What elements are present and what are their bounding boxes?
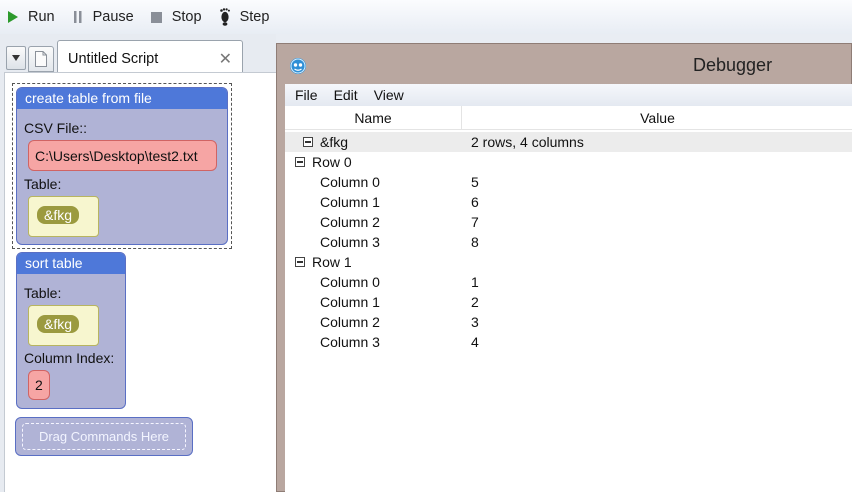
chevron-down-icon xyxy=(12,55,20,61)
drag-commands-area[interactable]: Drag Commands Here xyxy=(15,417,193,456)
play-icon xyxy=(6,9,20,25)
tree-row-name: Column 0 xyxy=(320,274,380,290)
tree-row[interactable]: Column 3 8 xyxy=(285,232,852,252)
tree-row-value: 8 xyxy=(471,234,479,250)
run-label: Run xyxy=(28,9,55,25)
tab-dropdown-button[interactable] xyxy=(6,46,26,70)
sort-table-block[interactable]: sort table Table: &fkg Column Index: 2 xyxy=(16,252,126,409)
tree-row[interactable]: Row 1 xyxy=(285,252,852,272)
tree-row-value: 7 xyxy=(471,214,479,230)
menu-bar: File Edit View xyxy=(285,84,852,106)
tab-bar: Untitled Script ✕ xyxy=(0,38,276,74)
stop-icon xyxy=(150,9,164,25)
tree-row[interactable]: Column 1 2 xyxy=(285,292,852,312)
toolbar: Run Pause Stop Step xyxy=(0,0,852,34)
menu-view[interactable]: View xyxy=(366,87,412,103)
create-table-block[interactable]: create table from file CSV File:: C:\Use… xyxy=(16,87,228,245)
name-column-header[interactable]: Name xyxy=(285,106,462,130)
tree-row-value: 4 xyxy=(471,334,479,350)
tree-row-name: &fkg xyxy=(320,134,349,150)
tree-row[interactable]: &fkg 2 rows, 4 columns xyxy=(285,132,852,152)
column-index-input[interactable]: 2 xyxy=(28,370,50,400)
debugger-titlebar[interactable]: Debugger xyxy=(277,44,852,84)
tree-row-value: 6 xyxy=(471,194,479,210)
tree-row-value: 5 xyxy=(471,174,479,190)
table-variable[interactable]: &fkg xyxy=(37,206,80,224)
pause-button[interactable]: Pause xyxy=(69,2,144,32)
collapse-icon[interactable] xyxy=(303,137,313,147)
table-label: Table: xyxy=(24,285,62,301)
tree-row[interactable]: Column 0 1 xyxy=(285,272,852,292)
tree-row[interactable]: Column 2 7 xyxy=(285,212,852,232)
table-label: Table: xyxy=(24,176,62,192)
table-variable-slot[interactable]: &fkg xyxy=(28,196,99,237)
value-column-header[interactable]: Value xyxy=(462,106,852,130)
tree-row-name: Column 3 xyxy=(320,334,380,350)
pause-icon xyxy=(71,9,85,25)
tree-column-header: Name Value xyxy=(285,106,852,130)
script-panel: Untitled Script ✕ create table from file… xyxy=(0,34,276,492)
tree-row-name: Column 2 xyxy=(320,314,380,330)
tree-row-name: Column 1 xyxy=(320,194,380,210)
tree-row[interactable]: Row 0 xyxy=(285,152,852,172)
tree-row-value: 2 xyxy=(471,294,479,310)
menu-edit[interactable]: Edit xyxy=(326,87,366,103)
tree-row[interactable]: Column 1 6 xyxy=(285,192,852,212)
table-variable-slot[interactable]: &fkg xyxy=(28,305,99,346)
script-canvas[interactable]: create table from file CSV File:: C:\Use… xyxy=(4,72,276,492)
block-title: create table from file xyxy=(17,88,227,109)
stop-label: Stop xyxy=(171,9,202,25)
block-title: sort table xyxy=(17,253,125,274)
debugger-title: Debugger xyxy=(693,55,773,75)
debugger-window: Debugger File Edit View Name Value &fkg 2… xyxy=(276,43,852,492)
step-button[interactable]: Step xyxy=(216,2,280,32)
drag-commands-label: Drag Commands Here xyxy=(22,423,186,450)
stop-button[interactable]: Stop xyxy=(148,2,212,32)
bug-icon xyxy=(290,58,306,74)
new-document-tab[interactable] xyxy=(28,46,54,72)
close-icon[interactable]: ✕ xyxy=(219,49,232,69)
menu-file[interactable]: File xyxy=(287,87,326,103)
tree-row-value: 3 xyxy=(471,314,479,330)
tree-row[interactable]: Column 3 4 xyxy=(285,332,852,352)
tree-row[interactable]: Column 0 5 xyxy=(285,172,852,192)
collapse-icon[interactable] xyxy=(295,257,305,267)
csv-file-input[interactable]: C:\Users\Desktop\test2.txt xyxy=(28,140,217,171)
table-variable[interactable]: &fkg xyxy=(37,315,80,333)
document-icon xyxy=(35,51,47,67)
tree-row-value: 1 xyxy=(471,274,479,290)
collapse-icon[interactable] xyxy=(295,157,305,167)
tree-row-value: 2 rows, 4 columns xyxy=(471,134,584,150)
tab-untitled-script[interactable]: Untitled Script ✕ xyxy=(57,40,243,74)
pause-label: Pause xyxy=(92,9,134,25)
column-index-label: Column Index: xyxy=(24,350,115,366)
tree-row-name: Column 2 xyxy=(320,214,380,230)
csv-file-label: CSV File:: xyxy=(24,120,88,136)
tree-row-name: Row 1 xyxy=(312,254,352,270)
tree-row-name: Column 3 xyxy=(320,234,380,250)
tree-row-name: Column 1 xyxy=(320,294,380,310)
step-label: Step xyxy=(239,9,270,25)
footprint-icon xyxy=(218,8,232,26)
tree-row-name: Row 0 xyxy=(312,154,352,170)
run-button[interactable]: Run xyxy=(4,2,65,32)
tab-title: Untitled Script xyxy=(68,51,159,67)
debugger-content: File Edit View Name Value &fkg 2 rows, 4 … xyxy=(285,84,852,492)
tree-row[interactable]: Column 2 3 xyxy=(285,312,852,332)
tree-row-name: Column 0 xyxy=(320,174,380,190)
